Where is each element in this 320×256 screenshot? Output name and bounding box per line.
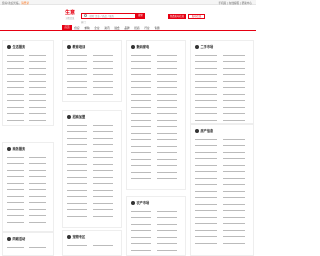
logo-title: 生意 [64, 10, 75, 16]
category-icon [7, 146, 11, 151]
category-card: 商务服务 [2, 142, 54, 232]
site-logo[interactable]: 生意 分类信息 [62, 9, 78, 20]
nav-item[interactable]: 企业 [92, 26, 102, 30]
category-card: 房产信息 [190, 124, 254, 256]
category-title[interactable]: 数码家电 [137, 44, 150, 49]
main-nav: 首页 供应 求购 企业 资讯 展会 品牌 招商 行业 专题 [0, 25, 256, 31]
category-links [67, 121, 118, 219]
category-card: 同城活动 [2, 232, 54, 256]
nav-item[interactable]: 专题 [152, 26, 162, 30]
nav-item[interactable]: 行业 [142, 26, 152, 30]
category-card: 教育培训 [62, 40, 122, 102]
category-title[interactable]: 宠物专区 [73, 234, 86, 239]
category-icon [67, 234, 71, 239]
post-button[interactable]: 发布信息 [188, 13, 205, 19]
category-title[interactable]: 房产信息 [201, 128, 214, 133]
nav-item[interactable]: 求购 [82, 26, 92, 30]
category-title[interactable]: 教育培训 [73, 44, 86, 49]
category-links [67, 241, 118, 248]
category-icon [67, 114, 71, 119]
nav-item[interactable]: 首页 [62, 25, 72, 31]
search-button[interactable]: 搜索 [136, 12, 145, 19]
category-links [67, 51, 118, 97]
category-card: 招商加盟 [62, 110, 122, 228]
nav-item[interactable]: 供应 [72, 26, 82, 30]
category-title[interactable]: 农产市场 [137, 200, 150, 205]
category-links [195, 135, 250, 246]
category-card: 生活服务 [2, 40, 54, 126]
category-links [195, 51, 250, 123]
post-free-button[interactable]: 免费发布信息 [168, 13, 186, 19]
category-title[interactable]: 生活服务 [13, 44, 26, 49]
nav-item[interactable]: 品牌 [122, 26, 132, 30]
category-title[interactable]: 招商加盟 [73, 114, 86, 119]
category-links [7, 51, 50, 123]
category-card: 宠物专区 [62, 230, 122, 256]
category-card: 数码家电 [126, 40, 186, 190]
category-card: 农产市场 [126, 196, 186, 256]
logo-subtitle: 分类信息 [65, 17, 75, 20]
hot-words: 热门： [81, 20, 88, 24]
category-links [7, 153, 50, 225]
category-links [7, 243, 50, 250]
nav-item[interactable]: 资讯 [102, 26, 112, 30]
nav-item[interactable]: 展会 [112, 26, 122, 30]
nav-items: 首页 供应 求购 企业 资讯 展会 品牌 招商 行业 专题 [62, 25, 162, 31]
category-title[interactable]: 同城活动 [13, 236, 26, 241]
search-box[interactable]: 搜索 企业 / 商品 / 服务 [81, 12, 136, 19]
category-title[interactable]: 商务服务 [13, 146, 26, 151]
category-links [131, 51, 182, 181]
category-icon [67, 44, 71, 49]
category-icon [7, 44, 11, 49]
header: 生意 分类信息 搜索 企业 / 商品 / 服务 搜索 热门： 免费发布信息 发布… [0, 5, 256, 25]
category-links [131, 207, 182, 253]
category-title[interactable]: 二手市场 [201, 44, 214, 49]
category-card: 二手市场 [190, 40, 254, 124]
category-icon [131, 44, 135, 49]
category-icon [195, 128, 199, 133]
category-icon [131, 200, 135, 205]
category-icon [195, 44, 199, 49]
nav-item[interactable]: 招商 [132, 26, 142, 30]
category-icon [7, 236, 11, 241]
search-input[interactable]: 搜索 企业 / 商品 / 服务 [87, 14, 136, 18]
